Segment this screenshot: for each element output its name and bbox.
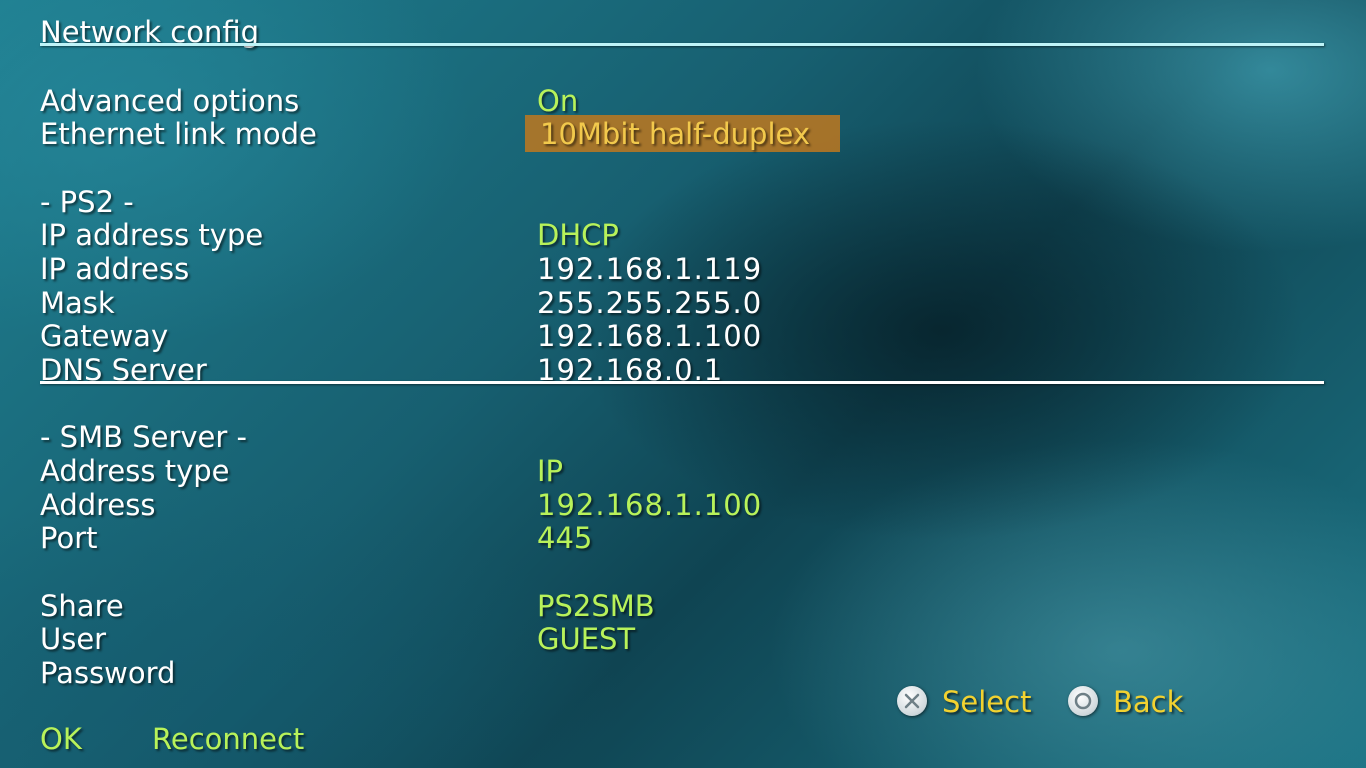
address-label[interactable]: Address bbox=[40, 488, 156, 522]
gateway-value[interactable]: 192.168.1.100 bbox=[537, 319, 762, 353]
address-value[interactable]: 192.168.1.100 bbox=[537, 488, 762, 522]
back-hint-label: Back bbox=[1113, 685, 1184, 719]
share-value[interactable]: PS2SMB bbox=[537, 589, 655, 623]
address-type-value[interactable]: IP bbox=[537, 454, 563, 488]
mask-label[interactable]: Mask bbox=[40, 286, 115, 320]
ok-button[interactable]: OK bbox=[40, 722, 82, 756]
ps2-section-header: - PS2 - bbox=[40, 185, 134, 219]
password-label[interactable]: Password bbox=[40, 656, 175, 690]
reconnect-button[interactable]: Reconnect bbox=[152, 722, 304, 756]
address-type-label[interactable]: Address type bbox=[40, 454, 230, 488]
mask-value[interactable]: 255.255.255.0 bbox=[537, 286, 762, 320]
ip-address-label[interactable]: IP address bbox=[40, 252, 189, 286]
circle-button-icon bbox=[1068, 686, 1098, 716]
advanced-options-label[interactable]: Advanced options bbox=[40, 84, 299, 118]
port-label[interactable]: Port bbox=[40, 521, 98, 555]
smb-section-header: - SMB Server - bbox=[40, 420, 248, 454]
title-divider bbox=[40, 43, 1324, 46]
share-label[interactable]: Share bbox=[40, 589, 124, 623]
cross-button-icon bbox=[897, 686, 927, 716]
user-label[interactable]: User bbox=[40, 622, 106, 656]
ip-address-value[interactable]: 192.168.1.119 bbox=[537, 252, 762, 286]
ip-address-type-label[interactable]: IP address type bbox=[40, 218, 263, 252]
ethernet-link-mode-label[interactable]: Ethernet link mode bbox=[40, 117, 317, 151]
ip-address-type-value[interactable]: DHCP bbox=[537, 218, 619, 252]
select-hint-label: Select bbox=[942, 685, 1032, 719]
advanced-options-value[interactable]: On bbox=[537, 84, 578, 118]
port-value[interactable]: 445 bbox=[537, 521, 592, 555]
gateway-label[interactable]: Gateway bbox=[40, 319, 168, 353]
user-value[interactable]: GUEST bbox=[537, 622, 635, 656]
ethernet-link-mode-value[interactable]: 10Mbit half-duplex bbox=[540, 117, 810, 151]
section-divider bbox=[40, 381, 1324, 384]
